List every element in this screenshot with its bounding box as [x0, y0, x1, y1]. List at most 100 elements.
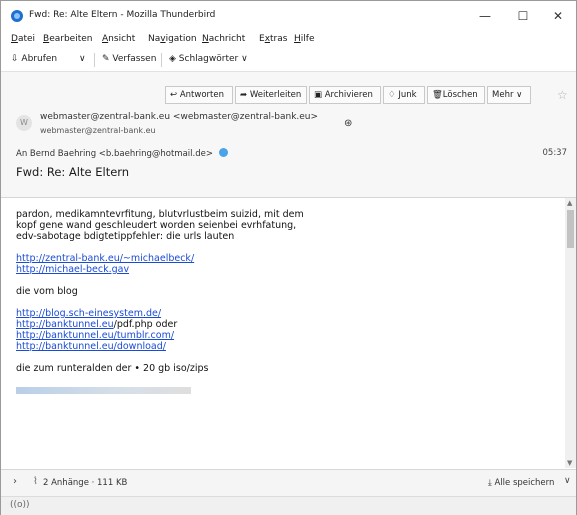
get-messages-dropdown[interactable]: ∨ — [79, 54, 86, 64]
title-bar[interactable]: Fwd: Re: Alte Eltern - Mozilla Thunderbi… — [1, 1, 576, 31]
more-label: Mehr — [492, 90, 514, 100]
delete-button[interactable]: 🗑Löschen — [427, 86, 485, 104]
message-subject: Fwd: Re: Alte Eltern — [16, 165, 130, 179]
tags-button[interactable]: ◈ Schlagwörter ∨ — [169, 54, 248, 64]
menu-datei[interactable]: Datei — [11, 34, 35, 44]
body-line: edv-sabotage bdigtetippfehler: die urls … — [16, 231, 235, 242]
trash-icon: 🗑 — [432, 90, 443, 100]
avatar: W — [16, 115, 32, 131]
main-toolbar: ⇩ Abrufen ∨ ✎ Verfassen ◈ Schlagwörter ∨ — [1, 49, 576, 72]
save-all-label: Alle speichern — [494, 478, 555, 488]
chevron-down-icon: ∨ — [513, 90, 523, 100]
to-line: An Bernd Baehring <b.baehring@hotmail.de… — [16, 148, 228, 159]
contact-badge-icon — [218, 148, 228, 157]
body-link[interactable]: http://blog.sch-einesystem.de/ — [16, 308, 161, 319]
toolbar-divider — [161, 53, 162, 67]
menu-label: tras — [270, 34, 288, 44]
menu-label: achricht — [208, 34, 246, 44]
status-bar: ((o)) — [1, 496, 576, 515]
menu-label: ilfe — [300, 34, 315, 44]
chevron-down-icon: ∨ — [79, 54, 86, 64]
scroll-up-icon[interactable]: ▲ — [567, 199, 572, 207]
more-button[interactable]: Mehr ∨ — [487, 86, 531, 104]
maximize-button[interactable]: ☐ — [506, 5, 540, 27]
thunderbird-window: Fwd: Re: Alte Eltern - Mozilla Thunderbi… — [0, 0, 577, 515]
reply-label: Antworten — [179, 90, 224, 100]
message-header: ↩ Antworten ➦ Weiterleiten ▣ Archivieren… — [1, 72, 576, 198]
delete-label: Löschen — [442, 90, 478, 100]
message-time: 05:37 — [542, 148, 568, 158]
attachment-summary[interactable]: 2 Anhänge · 111 KB — [43, 478, 127, 488]
body-scrollbar[interactable]: ▲ ▼ — [565, 198, 576, 468]
from-address[interactable]: webmaster@zentral-bank.eu <webmaster@zen… — [40, 112, 318, 122]
message-body: pardon, medikamntevrfitung, blutvrlustbe… — [1, 198, 576, 468]
menu-accel: H — [294, 34, 301, 44]
menu-label-pre: Na — [148, 34, 161, 44]
menu-label: atei — [17, 34, 36, 44]
body-line: die zum runteralden der • 20 gb iso/zips — [16, 363, 209, 374]
star-icon[interactable]: ☆ — [557, 88, 568, 102]
body-line: die vom blog — [16, 286, 78, 297]
scrollbar-thumb[interactable] — [567, 210, 574, 248]
menu-accel: D — [11, 34, 18, 44]
scroll-down-icon[interactable]: ▼ — [567, 459, 572, 467]
menu-ansicht[interactable]: Ansicht — [102, 34, 135, 44]
body-link[interactable]: http://zentral-bank.eu/~michaelbeck/ — [16, 253, 194, 264]
menu-label: earbeiten — [49, 34, 93, 44]
get-messages-button[interactable]: ⇩ Abrufen — [11, 54, 57, 64]
save-all-button[interactable]: ⤓ Alle speichern — [488, 478, 554, 488]
reply-icon: ↩ — [170, 90, 180, 100]
paperclip-icon: ⌇ — [33, 476, 38, 487]
body-text: pardon, medikamntevrfitung, blutvrlustbe… — [16, 209, 556, 396]
pencil-icon: ✎ — [102, 54, 110, 64]
menu-hilfe[interactable]: Hilfe — [294, 34, 315, 44]
forward-label: Weiterleiten — [249, 90, 302, 100]
add-contact-icon[interactable]: ⊛ — [344, 118, 352, 129]
blurred-link[interactable] — [16, 385, 556, 396]
to-label: An — [16, 149, 28, 159]
expand-attachments-icon[interactable]: › — [13, 476, 17, 487]
body-link[interactable]: http://banktunnel.eu/tumblr.com/ — [16, 330, 174, 341]
get-messages-label: Abrufen — [21, 54, 58, 64]
thunderbird-app-icon — [11, 10, 23, 22]
menu-accel: N — [202, 34, 209, 44]
body-link[interactable]: http://banktunnel.eu/download/ — [16, 341, 166, 352]
junk-icon: ♢ — [388, 90, 399, 100]
menu-label: nsicht — [108, 34, 136, 44]
menu-navigation[interactable]: Navigation — [148, 34, 197, 44]
menu-label: igation — [165, 34, 197, 44]
body-line: kopf gene wand geschleudert worden seien… — [16, 220, 297, 231]
body-line: pardon, medikamntevrfitung, blutvrlustbe… — [16, 209, 304, 220]
link-suffix: /pdf.php oder — [113, 319, 178, 330]
menu-nachricht[interactable]: Nachricht — [202, 34, 245, 44]
chevron-down-icon[interactable]: ∨ — [564, 476, 571, 486]
download-icon: ⇩ — [11, 54, 19, 64]
close-button[interactable]: ✕ — [541, 5, 575, 27]
reply-button[interactable]: ↩ Antworten — [165, 86, 233, 104]
blurred-text — [16, 387, 191, 394]
window-title: Fwd: Re: Alte Eltern - Mozilla Thunderbi… — [29, 10, 216, 20]
archive-icon: ▣ — [314, 90, 325, 100]
attachment-bar: › ⌇ 2 Anhänge · 111 KB ⤓ Alle speichern … — [1, 469, 576, 497]
to-recipient[interactable]: Bernd Baehring <b.baehring@hotmail.de> — [30, 149, 213, 159]
body-link[interactable]: http://banktunnel.eu — [16, 319, 114, 330]
minimize-button[interactable]: — — [468, 5, 502, 27]
tag-icon: ◈ — [169, 54, 176, 64]
menu-bearbeiten[interactable]: Bearbeiten — [43, 34, 92, 44]
write-button[interactable]: ✎ Verfassen — [102, 54, 156, 64]
body-link[interactable]: http://michael-beck.gav — [16, 264, 129, 275]
write-label: Verfassen — [112, 54, 157, 64]
archive-button[interactable]: ▣ Archivieren — [309, 86, 381, 104]
online-status-icon[interactable]: ((o)) — [10, 500, 30, 510]
menu-bar: Datei Bearbeiten Ansicht Navigation Nach… — [1, 31, 576, 49]
from-short: webmaster@zentral-bank.eu — [40, 126, 156, 135]
junk-button[interactable]: ♢ Junk — [383, 86, 425, 104]
chevron-down-icon: ∨ — [241, 54, 248, 64]
forward-button[interactable]: ➦ Weiterleiten — [235, 86, 307, 104]
menu-extras[interactable]: Extras — [259, 34, 287, 44]
